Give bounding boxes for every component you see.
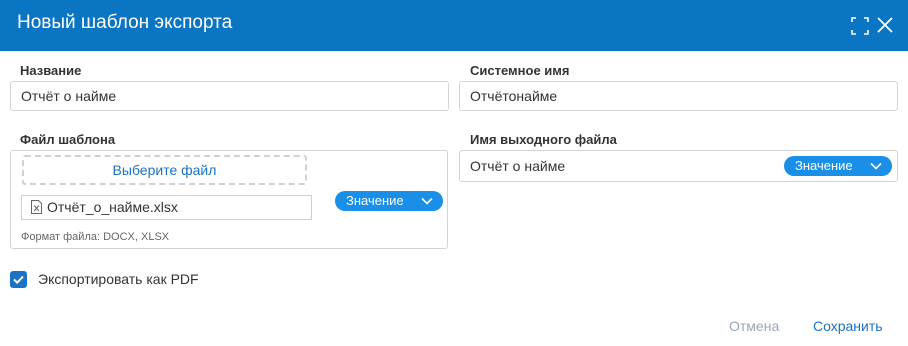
name-label: Название [20,63,82,78]
choose-file-button[interactable]: Выберите файл [22,155,307,185]
template-file-label: Файл шаблона [20,132,116,147]
selected-file-name: Отчёт_о_найме.xlsx [47,199,178,215]
excel-file-icon [31,200,42,214]
output-file-value: Отчёт о найме [470,158,566,174]
name-input[interactable] [10,81,449,111]
output-value-button[interactable]: Значение [784,156,892,176]
cancel-button[interactable]: Отмена [729,318,779,334]
export-pdf-label[interactable]: Экспортировать как PDF [38,271,199,287]
chevron-down-icon [870,162,882,170]
export-pdf-checkbox[interactable] [10,271,27,288]
file-format-hint: Формат файла: DOCX, XLSX [21,231,170,243]
dialog-titlebar: Новый шаблон экспорта [0,0,908,51]
system-name-label: Системное имя [470,63,570,78]
maximize-icon [851,17,869,35]
check-icon [13,275,24,285]
system-name-input[interactable] [459,81,898,111]
output-value-label: Значение [795,158,853,173]
maximize-button[interactable] [850,16,870,36]
close-button[interactable] [875,15,895,35]
chevron-down-icon [421,197,433,205]
close-icon [877,17,893,33]
dialog-title: Новый шаблон экспорта [17,12,233,33]
template-value-button[interactable]: Значение [335,191,443,211]
template-value-label: Значение [346,193,404,208]
output-file-label: Имя выходного файла [470,132,617,147]
save-button[interactable]: Сохранить [813,318,883,334]
